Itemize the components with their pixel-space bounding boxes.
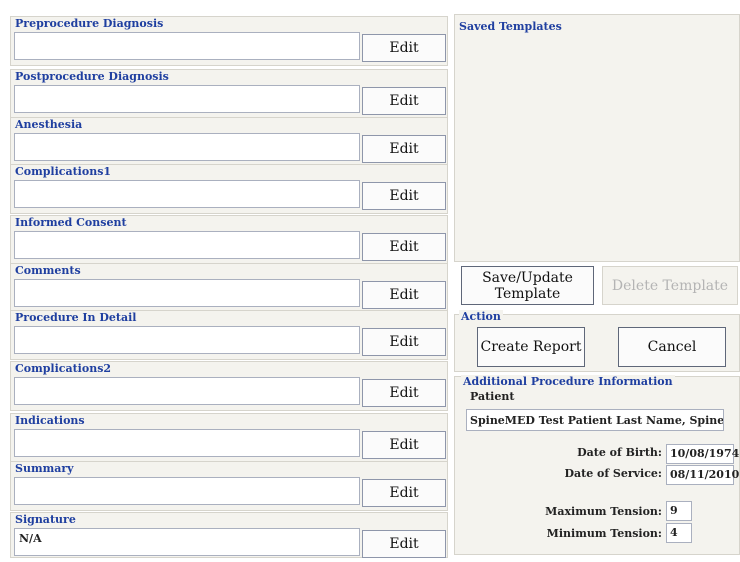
section-field[interactable]: [14, 32, 360, 60]
patient-label: Patient: [470, 390, 515, 403]
section-field[interactable]: [14, 429, 360, 457]
section-field[interactable]: [14, 326, 360, 354]
saved-templates-list[interactable]: [457, 37, 737, 257]
additional-info-title: Additional Procedure Information: [461, 375, 675, 388]
edit-button[interactable]: Edit: [362, 34, 446, 62]
dos-field[interactable]: 08/11/2010: [666, 465, 739, 485]
dob-label: Date of Birth:: [577, 446, 662, 459]
edit-button[interactable]: Edit: [362, 233, 446, 261]
section-field[interactable]: [14, 133, 360, 161]
delete-template-button[interactable]: Delete Template: [602, 266, 738, 305]
section-label: Complications1: [15, 165, 112, 178]
section-field[interactable]: [14, 377, 360, 405]
edit-button[interactable]: Edit: [362, 135, 446, 163]
section-label: Signature: [15, 513, 76, 526]
section-label: Indications: [15, 414, 85, 427]
dos-label: Date of Service:: [564, 467, 662, 480]
edit-button[interactable]: Edit: [362, 379, 446, 407]
section-field[interactable]: N/A: [14, 528, 360, 556]
dob-field[interactable]: 10/08/1974: [666, 444, 739, 464]
max-tension-field[interactable]: 9: [666, 501, 692, 521]
create-report-button[interactable]: Create Report: [477, 327, 585, 367]
edit-button[interactable]: Edit: [362, 328, 446, 356]
section-label: Postprocedure Diagnosis: [15, 70, 169, 83]
section-label: Summary: [15, 462, 74, 475]
cancel-button[interactable]: Cancel: [618, 327, 726, 367]
section-field[interactable]: [14, 180, 360, 208]
action-title: Action: [459, 310, 503, 323]
section-label: Anesthesia: [15, 118, 83, 131]
save-update-template-button[interactable]: Save/Update Template: [461, 266, 594, 305]
edit-button[interactable]: Edit: [362, 479, 446, 507]
saved-templates-panel: Saved Templates: [454, 14, 740, 262]
section-field[interactable]: [14, 477, 360, 505]
edit-button[interactable]: Edit: [362, 281, 446, 309]
saved-templates-title: Saved Templates: [459, 20, 562, 33]
section-label: Preprocedure Diagnosis: [15, 17, 164, 30]
edit-button[interactable]: Edit: [362, 182, 446, 210]
section-label: Comments: [15, 264, 81, 277]
min-tension-field[interactable]: 4: [666, 523, 692, 543]
section-label: Complications2: [15, 362, 112, 375]
section-label: Informed Consent: [15, 216, 127, 229]
edit-button[interactable]: Edit: [362, 431, 446, 459]
edit-button[interactable]: Edit: [362, 87, 446, 115]
edit-button[interactable]: Edit: [362, 530, 446, 558]
max-tension-label: Maximum Tension:: [545, 505, 662, 518]
section-field[interactable]: [14, 279, 360, 307]
patient-field[interactable]: SpineMED Test Patient Last Name, SpineME…: [466, 409, 724, 431]
section-field[interactable]: [14, 85, 360, 113]
min-tension-label: Minimum Tension:: [546, 527, 662, 540]
section-field[interactable]: [14, 231, 360, 259]
section-label: Procedure In Detail: [15, 311, 137, 324]
